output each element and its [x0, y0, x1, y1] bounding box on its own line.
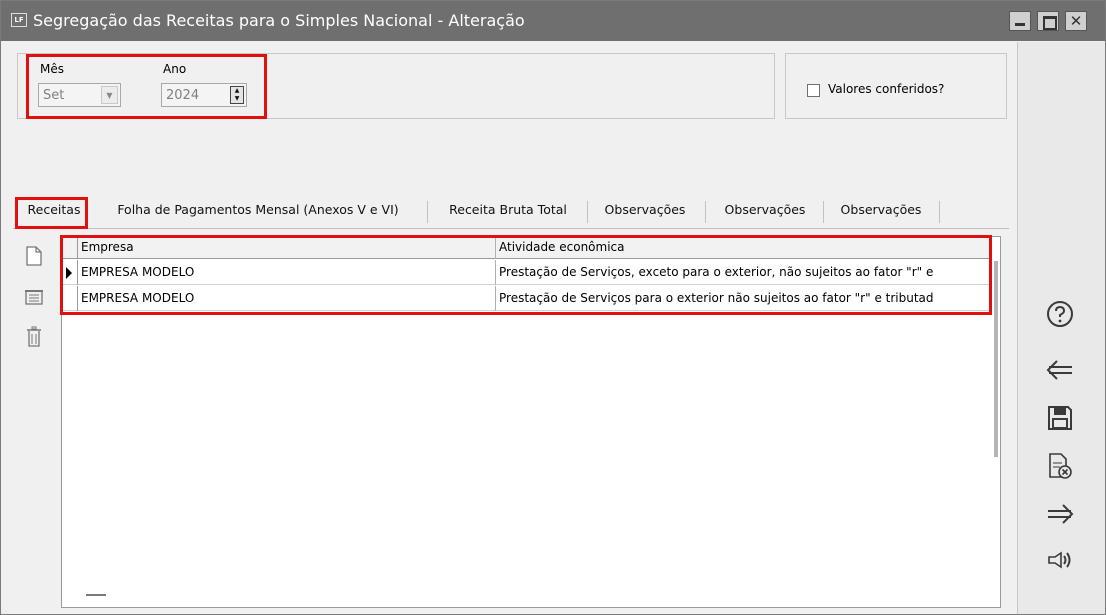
tab-receitas[interactable]: Receitas — [21, 193, 87, 227]
tab-bar: Receitas Folha de Pagamentos Mensal (Ane… — [13, 193, 1009, 229]
chevron-down-icon[interactable]: ▼ — [101, 86, 118, 104]
cell-empresa[interactable]: EMPRESA MODELO — [78, 260, 496, 285]
year-stepper[interactable]: 2024 ▲ ▼ — [161, 83, 247, 107]
right-toolbar — [1017, 42, 1105, 614]
year-value: 2024 — [166, 88, 200, 103]
tab-observacoes-1[interactable]: Observações — [593, 193, 697, 227]
month-label: Mês — [40, 62, 64, 76]
tab-separator — [939, 201, 940, 223]
values-checked-checkbox[interactable] — [807, 84, 820, 97]
grid-header: Empresa Atividade econômica — [62, 237, 992, 259]
tab-separator — [587, 201, 588, 223]
maximize-button[interactable] — [1037, 11, 1059, 31]
back-arrow-icon[interactable] — [1040, 352, 1080, 388]
row-indicator — [62, 260, 78, 285]
main-window: LF Segregação das Receitas para o Simple… — [0, 0, 1106, 615]
period-group — [17, 53, 775, 119]
close-button[interactable]: ✕ — [1065, 11, 1087, 31]
tab-observacoes-2[interactable]: Observações — [713, 193, 817, 227]
tab-receita-bruta-total[interactable]: Receita Bruta Total — [433, 193, 583, 227]
new-document-icon[interactable] — [21, 243, 47, 269]
app-icon: LF — [11, 13, 27, 27]
cancel-document-icon[interactable] — [1040, 448, 1080, 484]
current-row-icon — [66, 267, 72, 279]
tab-separator — [427, 201, 428, 223]
receitas-grid[interactable]: Empresa Atividade econômica EMPRESA MODE… — [61, 236, 1001, 608]
title-bar[interactable]: LF Segregação das Receitas para o Simple… — [1, 1, 1105, 41]
month-value: Set — [43, 88, 65, 103]
spin-arrows-icon[interactable]: ▲ ▼ — [230, 86, 244, 104]
cell-atividade[interactable]: Prestação de Serviços, exceto para o ext… — [496, 260, 992, 285]
vertical-scrollbar[interactable] — [994, 261, 998, 457]
minimize-button[interactable] — [1009, 11, 1031, 31]
column-header-atividade[interactable]: Atividade econômica — [496, 237, 992, 259]
speaker-icon[interactable] — [1040, 542, 1080, 578]
cell-empresa[interactable]: EMPRESA MODELO — [78, 286, 496, 311]
close-icon: ✕ — [1069, 12, 1083, 30]
tab-separator — [823, 201, 824, 223]
tab-separator — [705, 201, 706, 223]
month-select[interactable]: Set ▼ — [38, 83, 121, 107]
indicator-header — [62, 237, 78, 259]
copy-icon[interactable] — [21, 284, 47, 310]
trash-icon[interactable] — [21, 324, 47, 350]
table-row[interactable]: EMPRESA MODELO Prestação de Serviços, ex… — [62, 260, 992, 285]
window-title: Segregação das Receitas para o Simples N… — [33, 11, 525, 30]
values-checked-label: Valores conferidos? — [828, 82, 945, 96]
grid-footer-mark — [86, 594, 106, 596]
year-label: Ano — [163, 62, 187, 76]
column-header-empresa[interactable]: Empresa — [78, 237, 496, 259]
tab-folha-pagamentos[interactable]: Folha de Pagamentos Mensal (Anexos V e V… — [99, 193, 417, 227]
forward-arrow-icon[interactable] — [1040, 496, 1080, 532]
help-icon[interactable] — [1040, 296, 1080, 332]
save-icon[interactable] — [1040, 400, 1080, 436]
cell-atividade[interactable]: Prestação de Serviços para o exterior nã… — [496, 286, 992, 311]
table-row[interactable]: EMPRESA MODELO Prestação de Serviços par… — [62, 286, 992, 311]
tab-observacoes-3[interactable]: Observações — [829, 193, 933, 227]
row-indicator — [62, 286, 78, 311]
